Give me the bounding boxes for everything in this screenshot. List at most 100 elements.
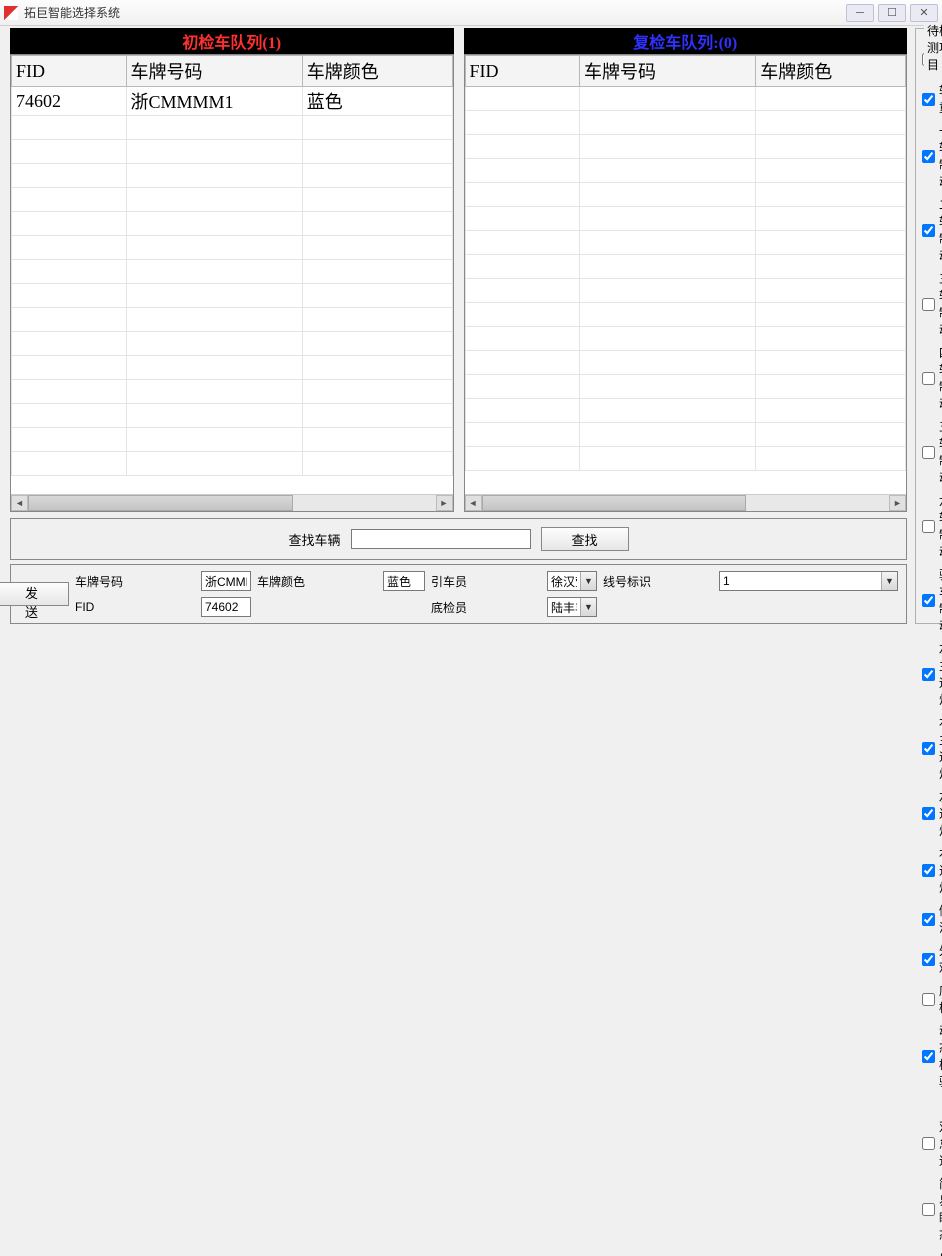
plate-label: 车牌号码 (75, 573, 195, 590)
check-box[interactable] (922, 298, 935, 311)
recheck-hscroll[interactable]: ◄► (465, 494, 907, 511)
check-box[interactable] (922, 742, 935, 755)
table-row-empty (12, 260, 453, 284)
table-row-empty (12, 188, 453, 212)
check-box[interactable] (922, 93, 935, 106)
check-item[interactable]: 一轴制动 (922, 119, 942, 193)
check-box[interactable] (922, 446, 935, 459)
search-button[interactable]: 查找 (541, 527, 629, 551)
guide-combo-input[interactable] (548, 572, 580, 590)
check-box[interactable] (922, 993, 935, 1006)
checks-legend: 待检测项目 (924, 22, 942, 73)
check-item[interactable]: 左主远灯 (922, 637, 942, 711)
under-combo[interactable]: ▼ (547, 597, 597, 617)
check-box[interactable] (922, 807, 935, 820)
table-row-empty (465, 423, 906, 447)
check-item[interactable]: 三轴制动 (922, 267, 942, 341)
check-box[interactable] (922, 224, 935, 237)
check-item[interactable]: 外观 (922, 939, 942, 979)
check-item[interactable]: 侧滑 (922, 899, 942, 939)
close-button[interactable]: ✕ (910, 4, 938, 22)
primary-hscroll[interactable]: ◄► (11, 494, 453, 511)
check-item[interactable]: 简易瞬态 (922, 1172, 942, 1246)
check-item[interactable]: 驻车制动 (922, 563, 942, 637)
fid-input[interactable] (201, 597, 251, 617)
table-row-empty (465, 279, 906, 303)
check-item[interactable]: 动态检验 (922, 1019, 942, 1093)
check-item[interactable]: 六轴制动 (922, 489, 942, 563)
check-item[interactable]: 左近灯 (922, 785, 942, 842)
search-input[interactable] (351, 529, 531, 549)
table-row-empty (465, 207, 906, 231)
table-row-empty (465, 255, 906, 279)
chevron-down-icon[interactable]: ▼ (580, 572, 596, 590)
check-box[interactable] (922, 594, 935, 607)
check-item[interactable]: 底检 (922, 979, 942, 1019)
under-combo-input[interactable] (548, 598, 580, 616)
check-box[interactable] (922, 150, 935, 163)
check-box[interactable] (922, 372, 935, 385)
recheck-grid[interactable]: FID 车牌号码 车牌颜色 (465, 55, 907, 494)
form-panel: 车牌号码 车牌颜色 引车员 ▼ 线号标识 ▼ 发送 FID 底检员 ▼ (10, 564, 907, 624)
check-item[interactable]: 二轴制动 (922, 193, 942, 267)
col-plate[interactable]: 车牌号码 (580, 56, 756, 87)
plate-input[interactable] (201, 571, 251, 591)
color-input[interactable] (383, 571, 425, 591)
table-row-empty (12, 140, 453, 164)
maximize-button[interactable]: ☐ (878, 4, 906, 22)
guide-combo[interactable]: ▼ (547, 571, 597, 591)
table-row-empty (465, 327, 906, 351)
primary-queue-header: 初检车队列(1) (10, 28, 454, 54)
chevron-down-icon[interactable]: ▼ (881, 572, 897, 590)
search-label: 查找车辆 (288, 530, 340, 549)
chevron-down-icon[interactable]: ▼ (580, 598, 596, 616)
primary-grid[interactable]: FID 车牌号码 车牌颜色 74602浙CMMMM1蓝色 (11, 55, 453, 494)
table-row-empty (12, 116, 453, 140)
table-row-empty (465, 447, 906, 471)
line-label: 线号标识 (603, 573, 713, 590)
check-item[interactable]: 轴重 (922, 79, 942, 119)
check-box[interactable] (922, 1203, 935, 1216)
table-row[interactable]: 74602浙CMMMM1蓝色 (12, 87, 453, 116)
send-button[interactable]: 发送 (0, 582, 69, 606)
table-row-empty (12, 308, 453, 332)
minimize-button[interactable]: ─ (846, 4, 874, 22)
app-icon (4, 6, 18, 20)
table-row-empty (12, 284, 453, 308)
check-box[interactable] (922, 668, 935, 681)
window-title: 拓巨智能选择系统 (24, 4, 846, 21)
check-item[interactable]: 自由加速 (922, 1246, 942, 1256)
check-item[interactable]: 右近灯 (922, 842, 942, 899)
line-combo[interactable]: ▼ (719, 571, 898, 591)
table-row-empty (465, 159, 906, 183)
col-color[interactable]: 车牌颜色 (756, 56, 906, 87)
color-label: 车牌颜色 (257, 573, 377, 590)
col-fid[interactable]: FID (12, 56, 127, 87)
table-row-empty (465, 111, 906, 135)
table-row-empty (12, 428, 453, 452)
cell-fid: 74602 (12, 87, 127, 116)
table-row-empty (12, 356, 453, 380)
check-box[interactable] (922, 864, 935, 877)
col-plate[interactable]: 车牌号码 (126, 56, 302, 87)
table-row-empty (12, 380, 453, 404)
check-box[interactable] (922, 913, 935, 926)
col-color[interactable]: 车牌颜色 (302, 56, 452, 87)
cell-color: 蓝色 (302, 87, 452, 116)
check-box[interactable] (922, 520, 935, 533)
fid-label: FID (75, 600, 195, 614)
table-row-empty (465, 231, 906, 255)
check-item[interactable]: 四轴制动 (922, 341, 942, 415)
table-row-empty (12, 332, 453, 356)
check-box[interactable] (922, 1137, 935, 1150)
check-box[interactable] (922, 1050, 935, 1063)
check-item[interactable]: 双怠速 (922, 1115, 942, 1172)
under-label: 底检员 (431, 599, 541, 616)
check-box[interactable] (922, 953, 935, 966)
table-row-empty (465, 135, 906, 159)
table-row-empty (465, 375, 906, 399)
check-item[interactable]: 五轴制动 (922, 415, 942, 489)
check-item[interactable]: 右主远灯 (922, 711, 942, 785)
col-fid[interactable]: FID (465, 56, 580, 87)
line-combo-input[interactable] (720, 572, 881, 590)
